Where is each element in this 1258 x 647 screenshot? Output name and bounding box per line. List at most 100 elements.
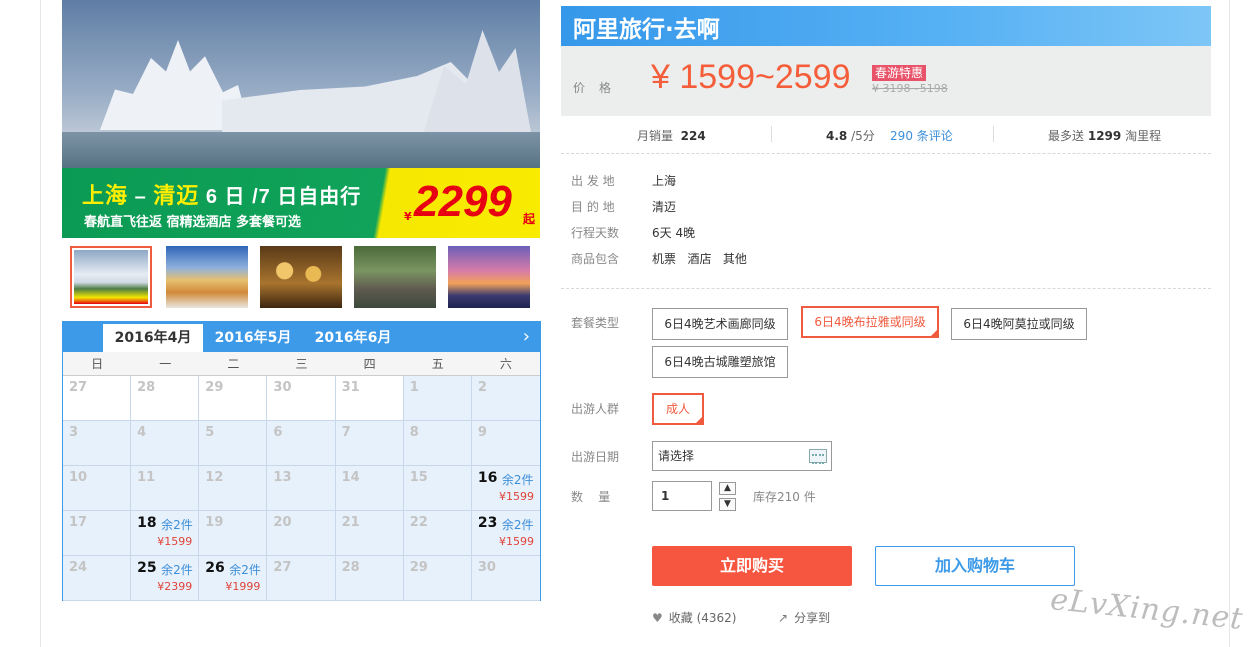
day-number: 9 — [477, 425, 487, 440]
day-number: 4 — [137, 425, 147, 440]
quantity-input[interactable]: 1 — [652, 481, 712, 511]
price-range: ¥ 1599~2599 — [651, 58, 851, 96]
date-calendar: 2016年4月 2016年5月 2016年6月 › 日一二三四五六 27 28 29… — [62, 321, 541, 601]
day-number: 11 — [137, 470, 156, 485]
share-icon: ↗ — [778, 611, 789, 625]
buy-now-button[interactable]: 立即购买 — [652, 546, 852, 586]
add-to-cart-button[interactable]: 加入购物车 — [875, 546, 1075, 586]
day-number: 17 — [69, 515, 88, 530]
calendar-day: 30 — [267, 376, 336, 421]
weekday-label: 四 — [363, 357, 376, 371]
calendar-day-available[interactable]: 16 余2件 ¥1599 — [471, 466, 540, 511]
package-option-2-selected[interactable]: 6日4晚布拉雅或同级 — [801, 306, 939, 338]
calendar-day: 28 — [131, 376, 200, 421]
quantity-decrease-icon[interactable]: ▼ — [719, 498, 736, 511]
banner-title: 上海 – 清迈 6 日 /7 日自由行 — [82, 183, 362, 208]
calendar-day: 8 — [403, 421, 472, 466]
next-month-icon[interactable]: › — [523, 326, 530, 347]
calendar-day: 4 — [131, 421, 200, 466]
stock-count: 库存210 件 — [753, 490, 816, 504]
product-title-bar: 阿里旅行·去啊 — [561, 6, 1211, 46]
day-number: 14 — [341, 470, 360, 485]
info-row: 行程天数 6天 4晚 — [571, 224, 1191, 250]
thumbnail-3[interactable] — [260, 246, 342, 308]
weekday-label: 一 — [159, 357, 172, 371]
reviews-link[interactable]: 290 条评论 — [890, 129, 953, 143]
calendar-day: 24 — [63, 556, 132, 601]
stat-divider — [993, 126, 994, 142]
thumbnail-5[interactable] — [448, 246, 530, 308]
date-placeholder: 请选择 — [658, 449, 695, 463]
calendar-day-available[interactable]: 23 余2件 ¥1599 — [471, 511, 540, 556]
hero-image[interactable]: 上海 – 清迈 6 日 /7 日自由行 春航直飞往返 宿精选酒店 多套餐可选 ¥… — [62, 0, 540, 238]
calendar-month-tabs: 2016年4月 2016年5月 2016年6月 › — [63, 322, 540, 352]
rating: 4.8 /5分 290 条评论 — [826, 129, 953, 143]
info-row: 出 发 地 上海 — [571, 172, 1191, 198]
tab-month-april[interactable]: 2016年4月 — [103, 324, 203, 352]
day-number: 22 — [409, 515, 428, 530]
date-input[interactable]: 请选择 — [652, 441, 832, 471]
price-label: 价格 — [573, 81, 626, 95]
day-number: 29 — [205, 380, 224, 395]
thumbnail-2[interactable] — [166, 246, 248, 308]
day-number: 19 — [205, 515, 224, 530]
quantity-label: 数 量 — [571, 490, 611, 504]
calendar-day: 7 — [335, 421, 404, 466]
calendar-day: 31 — [335, 376, 404, 421]
info-key: 商品包含 — [571, 252, 620, 266]
calendar-icon[interactable] — [809, 449, 827, 464]
favorite-button[interactable]: ♥ 收藏 (4362) — [652, 609, 736, 626]
calendar-day: 9 — [471, 421, 540, 466]
day-number: 26 — [205, 560, 225, 576]
calendar-day: 12 — [199, 466, 268, 511]
remaining-stock: 余2件 — [501, 518, 534, 532]
calendar-day-available[interactable]: 25 余2件 ¥2399 — [131, 556, 200, 601]
info-key: 目 的 地 — [571, 200, 615, 214]
calendar-day: 27 — [267, 556, 336, 601]
day-price: ¥1599 — [157, 535, 193, 548]
day-number: 5 — [205, 425, 215, 440]
day-number: 12 — [205, 470, 224, 485]
sales-stats: 月销量 224 4.8 /5分 290 条评论 最多送 1299 淘里程 — [561, 116, 1211, 154]
calendar-day: 28 — [335, 556, 404, 601]
promo-badge: 春游特惠 — [872, 65, 927, 81]
package-option-3[interactable]: 6日4晚阿莫拉或同级 — [951, 308, 1087, 340]
share-button[interactable]: ↗ 分享到 — [778, 609, 830, 626]
day-price: ¥1999 — [225, 580, 261, 593]
day-number: 30 — [273, 380, 292, 395]
day-number: 24 — [69, 560, 88, 575]
stat-divider — [771, 126, 772, 142]
thumbnail-4[interactable] — [354, 246, 436, 308]
day-number: 25 — [137, 560, 157, 576]
date-label: 出游日期 — [571, 450, 620, 464]
tab-month-may[interactable]: 2016年5月 — [203, 324, 303, 352]
calendar-day-available[interactable]: 18 余2件 ¥1599 — [131, 511, 200, 556]
calendar-day: 3 — [63, 421, 132, 466]
day-price: ¥1599 — [499, 490, 534, 503]
day-number: 21 — [341, 515, 360, 530]
info-value: 6天 4晚 — [652, 226, 696, 240]
calendar-day: 17 — [63, 511, 132, 556]
calendar-grid: 27 28 29 30 31 1 2 3 4 5 6 7 8 9 10 11 12 13 14 15 16 余2件 ¥159… — [63, 376, 540, 601]
package-option-1[interactable]: 6日4晚艺术画廊同级 — [652, 308, 788, 340]
day-number: 18 — [137, 515, 157, 531]
banner-price: 2299 — [414, 177, 512, 226]
quantity-increase-icon[interactable]: ▲ — [719, 482, 736, 495]
product-info: 出 发 地 上海目 的 地 清迈 行程天数 6天 4晚 商品包含 机票 酒店 其他 — [571, 172, 1191, 276]
info-value: 清迈 — [652, 200, 677, 214]
calendar-day: 15 — [403, 466, 472, 511]
day-price: ¥2399 — [157, 580, 193, 593]
calendar-day: 10 — [63, 466, 132, 511]
calendar-day-available[interactable]: 26 余2件 ¥1999 — [199, 556, 268, 601]
calendar-day: 1 — [403, 376, 472, 421]
info-row: 目 的 地 清迈 — [571, 198, 1191, 224]
day-number: 29 — [409, 560, 428, 575]
tab-month-june[interactable]: 2016年6月 — [303, 324, 403, 352]
calendar-day: 6 — [267, 421, 336, 466]
crowd-label: 出游人群 — [571, 402, 620, 416]
day-number: 6 — [273, 425, 283, 440]
thumbnail-1[interactable] — [70, 246, 152, 308]
package-option-4[interactable]: 6日4晚古城雕塑旅馆 — [652, 346, 788, 378]
crowd-option-adult-selected[interactable]: 成人 — [652, 393, 704, 425]
day-number: 30 — [477, 560, 496, 575]
